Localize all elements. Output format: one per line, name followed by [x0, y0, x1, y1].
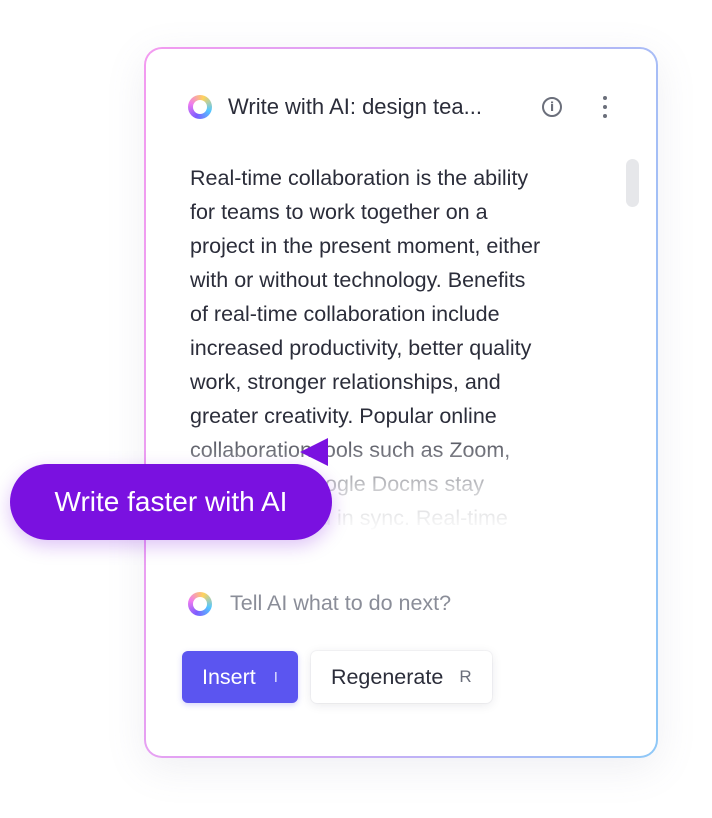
- panel-title: Write with AI: design tea...: [228, 94, 482, 119]
- text-line: Real-time collaboration is the ability: [190, 166, 529, 190]
- text-line: collaboration tools such as Zoom,: [190, 438, 511, 462]
- regenerate-shortcut: R: [459, 667, 472, 686]
- insert-shortcut: I: [273, 668, 278, 686]
- info-icon[interactable]: i: [542, 97, 562, 117]
- ai-prompt-input[interactable]: Tell AI what to do next?: [188, 591, 451, 616]
- stage: Write with AI: design tea... i Real-time…: [0, 0, 712, 818]
- prompt-placeholder: Tell AI what to do next?: [230, 591, 452, 615]
- callout-label: Write faster with AI: [54, 486, 288, 517]
- text-line: for teams to work together on a: [190, 200, 488, 224]
- text-line: with or without technology. Benefits: [190, 268, 526, 292]
- insert-label: Insert: [202, 664, 256, 689]
- more-vertical-icon[interactable]: [602, 96, 608, 118]
- text-line: work, stronger relationships, and: [190, 370, 501, 394]
- action-buttons: Insert I Regenerate R: [182, 651, 492, 703]
- write-faster-callout: Write faster with AI: [10, 464, 332, 540]
- regenerate-button[interactable]: Regenerate R: [310, 651, 492, 703]
- ai-logo-icon: [188, 95, 212, 119]
- ai-writer-panel: Write with AI: design tea... i Real-time…: [144, 47, 658, 758]
- panel-header: Write with AI: design tea... i: [188, 89, 616, 125]
- text-line: greater creativity. Popular online: [190, 404, 497, 428]
- ai-logo-icon: [188, 591, 212, 616]
- text-line: of real-time collaboration include: [190, 302, 500, 326]
- panel-card: Write with AI: design tea... i Real-time…: [146, 49, 656, 756]
- text-line: increased productivity, better quality: [190, 336, 532, 360]
- text-line: project in the present moment, either: [190, 234, 541, 258]
- insert-button[interactable]: Insert I: [182, 651, 298, 703]
- scrollbar-thumb[interactable]: [626, 159, 639, 207]
- cursor-pointer-icon: [300, 438, 328, 466]
- regenerate-label: Regenerate: [330, 664, 444, 689]
